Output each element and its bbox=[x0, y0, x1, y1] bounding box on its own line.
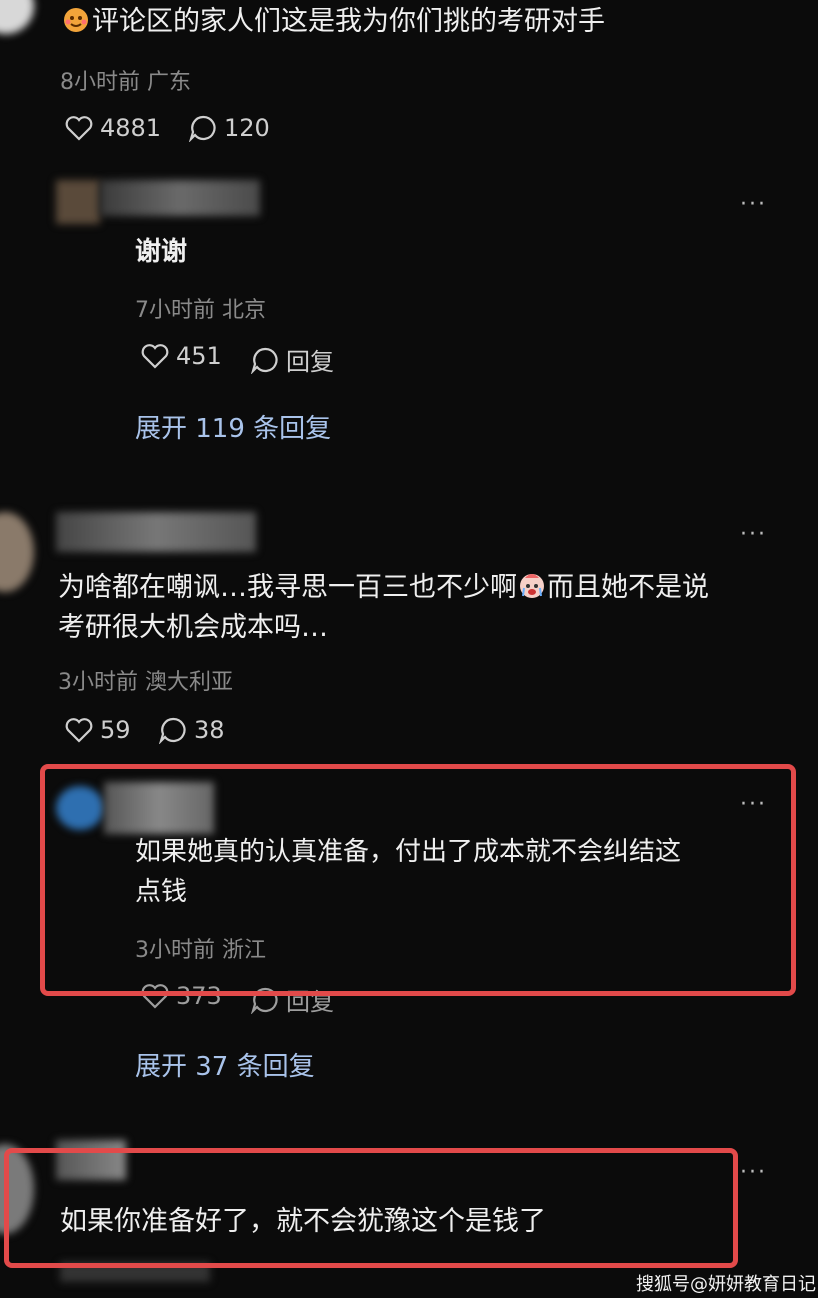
comment-meta: 8小时前 广东 bbox=[60, 70, 191, 95]
expand-replies-link[interactable]: 展开 37 条回复 bbox=[135, 1046, 315, 1083]
comment-meta: 3小时前 澳大利亚 bbox=[58, 670, 233, 695]
reply-count: 120 bbox=[224, 114, 270, 142]
reply-label: 回复 bbox=[286, 348, 334, 376]
avatar[interactable] bbox=[0, 0, 34, 34]
reply-meta: 7小时前 北京 bbox=[135, 298, 266, 323]
reply-count-button[interactable]: 38 bbox=[158, 716, 225, 744]
like-count: 4881 bbox=[100, 114, 162, 142]
avatar[interactable] bbox=[0, 512, 34, 592]
like-count: 59 bbox=[100, 716, 131, 744]
like-button[interactable]: 59 bbox=[64, 716, 131, 744]
more-options-button[interactable]: ··· bbox=[740, 1160, 767, 1185]
comment-bubble-icon bbox=[158, 717, 186, 744]
like-button[interactable]: 4881 bbox=[64, 114, 161, 142]
like-button[interactable]: 451 bbox=[140, 342, 222, 370]
username[interactable] bbox=[56, 512, 256, 552]
comment-text-line2: 考研很大机会成本吗… bbox=[58, 612, 328, 643]
heart-icon bbox=[65, 718, 93, 743]
comment-text: 评论区的家人们这是我为你们挑的考研对手 bbox=[60, 2, 800, 44]
crying-face-icon bbox=[517, 570, 547, 610]
reply-text: 谢谢 bbox=[135, 237, 188, 267]
more-options-button[interactable]: ··· bbox=[740, 192, 767, 217]
face-icon bbox=[60, 2, 92, 44]
comment-bubble-icon bbox=[250, 347, 278, 374]
expand-replies-link[interactable]: 展开 119 条回复 bbox=[135, 408, 331, 445]
reply-count-button[interactable]: 120 bbox=[188, 114, 270, 142]
watermark: 搜狐号@妍妍教育日记 bbox=[636, 1274, 816, 1295]
highlight-box bbox=[40, 764, 796, 996]
highlight-box bbox=[4, 1148, 738, 1268]
comment-text: 为啥都在嘲讽…我寻思一百三也不少啊 而且她不是说 bbox=[58, 570, 798, 610]
heart-icon bbox=[141, 344, 169, 369]
username[interactable] bbox=[100, 180, 260, 216]
reply-count: 38 bbox=[194, 716, 225, 744]
more-options-button[interactable]: ··· bbox=[740, 522, 767, 547]
comment-bubble-icon bbox=[188, 115, 216, 142]
reply-button[interactable]: 回复 bbox=[250, 342, 334, 377]
heart-icon bbox=[65, 116, 93, 141]
avatar[interactable] bbox=[56, 180, 100, 224]
like-count: 451 bbox=[176, 342, 222, 370]
